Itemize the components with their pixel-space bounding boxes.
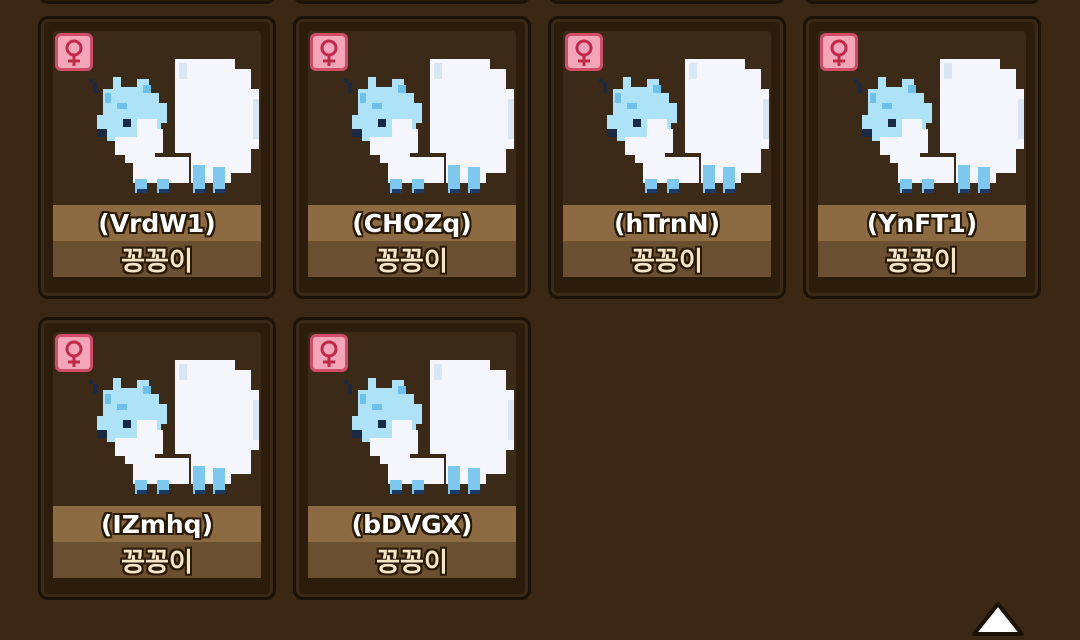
female-symbol-icon bbox=[310, 334, 348, 372]
pet-code: (bDVGX) bbox=[351, 509, 473, 539]
pet-card[interactable]: (VrdW1) 꽁꽁이 bbox=[38, 16, 276, 299]
pet-code-bar: (VrdW1) bbox=[53, 205, 261, 241]
pet-name-bar: 꽁꽁이 bbox=[563, 241, 771, 277]
ice-fox-sprite bbox=[344, 59, 514, 193]
female-symbol-icon bbox=[55, 33, 93, 71]
card-edge bbox=[548, 0, 786, 4]
pet-card[interactable]: (hTrnN) 꽁꽁이 bbox=[548, 16, 786, 299]
pet-code: (VrdW1) bbox=[98, 208, 216, 238]
card-edge bbox=[803, 0, 1041, 4]
pet-name: 꽁꽁이 bbox=[886, 246, 958, 277]
pet-name: 꽁꽁이 bbox=[121, 547, 193, 578]
pet-card[interactable]: (YnFT1) 꽁꽁이 bbox=[803, 16, 1041, 299]
ice-fox-sprite bbox=[344, 360, 514, 494]
ice-fox-sprite bbox=[599, 59, 769, 193]
pet-card[interactable]: (bDVGX) 꽁꽁이 bbox=[293, 317, 531, 600]
pet-name: 꽁꽁이 bbox=[631, 246, 703, 277]
pet-name: 꽁꽁이 bbox=[121, 246, 193, 277]
pet-code: (YnFT1) bbox=[866, 208, 978, 238]
pet-name: 꽁꽁이 bbox=[376, 547, 448, 578]
pet-name-bar: 꽁꽁이 bbox=[818, 241, 1026, 277]
female-symbol-icon bbox=[820, 33, 858, 71]
pet-name-bar: 꽁꽁이 bbox=[308, 542, 516, 578]
pet-code-bar: (CHOZq) bbox=[308, 205, 516, 241]
pet-card[interactable]: (IZmhq) 꽁꽁이 bbox=[38, 317, 276, 600]
pet-code-bar: (hTrnN) bbox=[563, 205, 771, 241]
previous-row-edge bbox=[38, 0, 1044, 4]
female-symbol-icon bbox=[565, 33, 603, 71]
pet-name-bar: 꽁꽁이 bbox=[53, 542, 261, 578]
pet-code-bar: (YnFT1) bbox=[818, 205, 1026, 241]
pet-name: 꽁꽁이 bbox=[376, 246, 448, 277]
card-edge bbox=[38, 0, 276, 4]
card-edge bbox=[293, 0, 531, 4]
female-symbol-icon bbox=[310, 33, 348, 71]
pet-grid: (VrdW1) 꽁꽁이 (CHOZq) 꽁꽁이 (hTrnN) 꽁꽁이 (YnF… bbox=[38, 16, 1044, 630]
pet-code-bar: (bDVGX) bbox=[308, 506, 516, 542]
pet-code: (IZmhq) bbox=[100, 509, 214, 539]
ice-fox-sprite bbox=[89, 59, 259, 193]
pet-code-bar: (IZmhq) bbox=[53, 506, 261, 542]
ice-fox-sprite bbox=[854, 59, 1024, 193]
female-symbol-icon bbox=[55, 334, 93, 372]
pet-name-bar: 꽁꽁이 bbox=[53, 241, 261, 277]
arrow-up-icon[interactable] bbox=[970, 600, 1026, 640]
pet-card[interactable]: (CHOZq) 꽁꽁이 bbox=[293, 16, 531, 299]
pet-code: (hTrnN) bbox=[613, 208, 720, 238]
ice-fox-sprite bbox=[89, 360, 259, 494]
pet-code: (CHOZq) bbox=[352, 208, 472, 238]
pet-name-bar: 꽁꽁이 bbox=[308, 241, 516, 277]
